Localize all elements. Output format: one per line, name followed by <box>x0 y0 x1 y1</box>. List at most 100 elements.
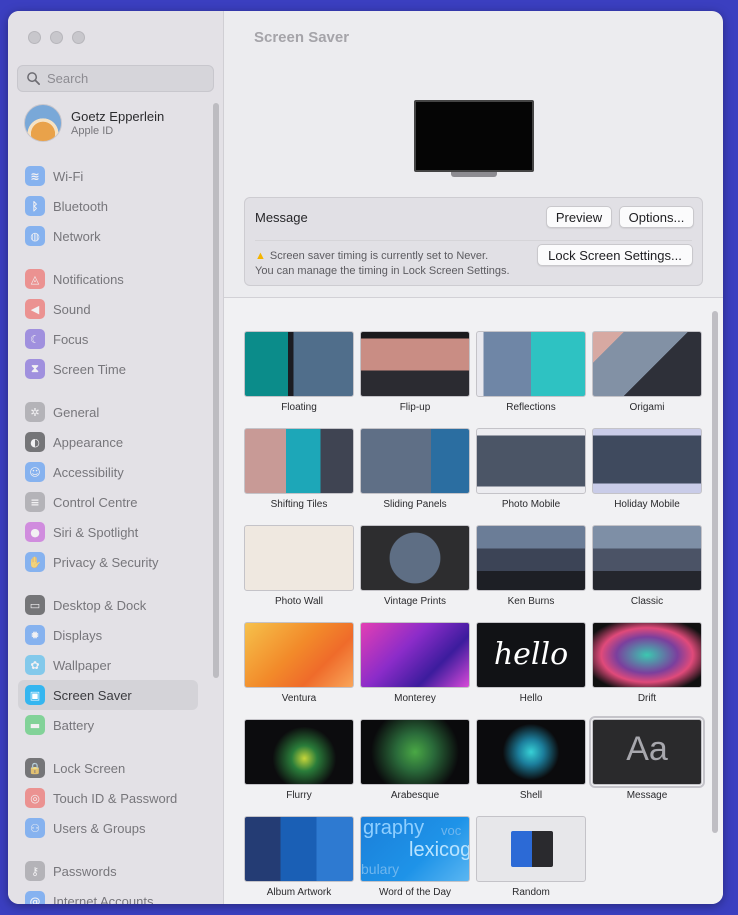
sidebar-item-label: Displays <box>53 627 103 643</box>
zoom-window-button[interactable] <box>72 31 85 44</box>
sidebar-item-desktop-dock[interactable]: ▭ Desktop & Dock <box>18 590 198 620</box>
saver-flurry[interactable]: Flurry <box>244 719 354 801</box>
avatar <box>24 104 62 142</box>
saver-label: Word of the Day <box>378 887 452 898</box>
sidebar-item-wi-fi[interactable]: ≋ Wi-Fi <box>18 161 198 191</box>
minimize-window-button[interactable] <box>50 31 63 44</box>
sidebar-item-siri-spotlight[interactable]: ● Siri & Spotlight <box>18 517 198 547</box>
sidebar-item-label: Appearance <box>53 434 124 450</box>
sidebar-item-screen-time[interactable]: ⧗ Screen Time <box>18 354 198 384</box>
saver-hello[interactable]: hello Hello <box>476 622 586 704</box>
saver-label: Photo Mobile <box>501 499 561 510</box>
saver-label: Album Artwork <box>266 887 332 898</box>
saver-flip-up[interactable]: Flip-up <box>360 331 470 413</box>
key-icon: ⚷ <box>25 861 45 881</box>
sidebar-item-label: Desktop & Dock <box>53 597 147 613</box>
saver-thumbnail: Aa <box>589 716 705 788</box>
sidebar-item-screen-saver[interactable]: ▣ Screen Saver <box>18 680 198 710</box>
apple-id-profile[interactable]: Goetz Epperlein Apple ID <box>24 104 164 142</box>
saver-label: Sliding Panels <box>383 499 447 510</box>
close-window-button[interactable] <box>28 31 41 44</box>
sidebar-item-appearance[interactable]: ◐ Appearance <box>18 427 198 457</box>
sidebar-item-battery[interactable]: ▬ Battery <box>18 710 198 740</box>
saver-thumbnail <box>476 816 586 882</box>
window-controls <box>28 31 85 44</box>
search-input[interactable] <box>47 71 207 86</box>
saver-word-of-the-day[interactable]: graphy voc lexicog bulary Word of the Day <box>360 816 470 898</box>
sidebar-item-users-groups[interactable]: ⚇ Users & Groups <box>18 813 198 843</box>
saver-thumbnail <box>592 622 702 688</box>
saver-origami[interactable]: Origami <box>592 331 702 413</box>
warning-line-2: You can manage the timing in Lock Screen… <box>255 265 510 277</box>
search-icon <box>27 72 40 85</box>
saver-label: Arabesque <box>390 790 440 801</box>
sidebar-item-lock-screen[interactable]: 🔒 Lock Screen <box>18 753 198 783</box>
users-icon: ⚇ <box>25 818 45 838</box>
sidebar-item-touch-id-password[interactable]: ◎ Touch ID & Password <box>18 783 198 813</box>
sidebar-item-label: Accessibility <box>53 464 124 480</box>
saver-sliding-panels[interactable]: Sliding Panels <box>360 428 470 510</box>
sidebar-item-passwords[interactable]: ⚷ Passwords <box>18 856 198 886</box>
saver-ventura[interactable]: Ventura <box>244 622 354 704</box>
saver-album-artwork[interactable]: Album Artwork <box>244 816 354 898</box>
saver-drift[interactable]: Drift <box>592 622 702 704</box>
moon-icon: ☾ <box>25 329 45 349</box>
sidebar-item-displays[interactable]: ✹ Displays <box>18 620 198 650</box>
sidebar-item-label: Internet Accounts <box>53 893 154 905</box>
sidebar-item-wallpaper[interactable]: ✿ Wallpaper <box>18 650 198 680</box>
saver-label: Shell <box>519 790 543 801</box>
preview-button[interactable]: Preview <box>546 206 612 228</box>
sidebar-item-focus[interactable]: ☾ Focus <box>18 324 198 354</box>
lock-icon: 🔒 <box>25 758 45 778</box>
panel-divider <box>255 240 692 241</box>
search-field[interactable] <box>17 65 214 92</box>
sidebar-item-notifications[interactable]: ◬ Notifications <box>18 264 198 294</box>
sidebar-item-label: Siri & Spotlight <box>53 524 139 540</box>
saver-reflections[interactable]: Reflections <box>476 331 586 413</box>
saver-shell[interactable]: Shell <box>476 719 586 801</box>
sidebar-item-privacy-security[interactable]: ✋ Privacy & Security <box>18 547 198 577</box>
saver-ken-burns[interactable]: Ken Burns <box>476 525 586 607</box>
saver-monterey[interactable]: Monterey <box>360 622 470 704</box>
saver-shifting-tiles[interactable]: Shifting Tiles <box>244 428 354 510</box>
sidebar-item-sound[interactable]: ◀ Sound <box>18 294 198 324</box>
saver-label: Flurry <box>286 790 312 801</box>
grid-scrollbar[interactable] <box>712 311 718 833</box>
saver-floating[interactable]: Floating <box>244 331 354 413</box>
saver-label: Reflections <box>506 402 556 413</box>
saver-vintage-prints[interactable]: Vintage Prints <box>360 525 470 607</box>
sidebar-scrollbar[interactable] <box>213 103 219 678</box>
sidebar-item-label: Users & Groups <box>53 820 146 836</box>
warning-line-1: Screen saver timing is currently set to … <box>269 250 489 262</box>
word-of-the-day-word1: graphy <box>363 817 425 839</box>
saver-message[interactable]: Aa Message <box>589 716 705 801</box>
saver-arabesque[interactable]: Arabesque <box>360 719 470 801</box>
saver-photo-wall[interactable]: Photo Wall <box>244 525 354 607</box>
saver-thumbnail <box>476 525 586 591</box>
sidebar-item-label: Battery <box>53 717 95 733</box>
saver-thumbnail: hello <box>476 622 586 688</box>
sidebar-item-control-centre[interactable]: ≡ Control Centre <box>18 487 198 517</box>
timing-warning: ▲ Screen saver timing is currently set to… <box>255 249 510 279</box>
sidebar-item-accessibility[interactable]: ☺ Accessibility <box>18 457 198 487</box>
saver-photo-mobile[interactable]: Photo Mobile <box>476 428 586 510</box>
saver-thumbnail <box>244 816 354 882</box>
sidebar-item-label: Network <box>53 228 101 244</box>
saver-label: Floating <box>281 402 317 413</box>
options-button[interactable]: Options... <box>619 206 694 228</box>
warning-icon: ▲ <box>255 250 266 262</box>
saver-thumbnail: graphy voc lexicog bulary <box>360 816 470 882</box>
sidebar-item-network[interactable]: ◍ Network <box>18 221 198 251</box>
saver-holiday-mobile[interactable]: Holiday Mobile <box>592 428 702 510</box>
saver-thumbnail <box>360 331 470 397</box>
lock-screen-settings-button[interactable]: Lock Screen Settings... <box>537 244 693 266</box>
sidebar-item-bluetooth[interactable]: ᛒ Bluetooth <box>18 191 198 221</box>
main-pane: Screen Saver Message Preview Options... … <box>224 11 723 904</box>
sidebar-item-label: Touch ID & Password <box>53 790 178 806</box>
sidebar-item-internet-accounts[interactable]: @ Internet Accounts <box>18 886 198 904</box>
saver-classic[interactable]: Classic <box>592 525 702 607</box>
selected-saver-title: Message <box>255 210 308 225</box>
sidebar-item-general[interactable]: ✲ General <box>18 397 198 427</box>
saver-label: Monterey <box>394 693 436 704</box>
saver-random[interactable]: Random <box>476 816 586 898</box>
